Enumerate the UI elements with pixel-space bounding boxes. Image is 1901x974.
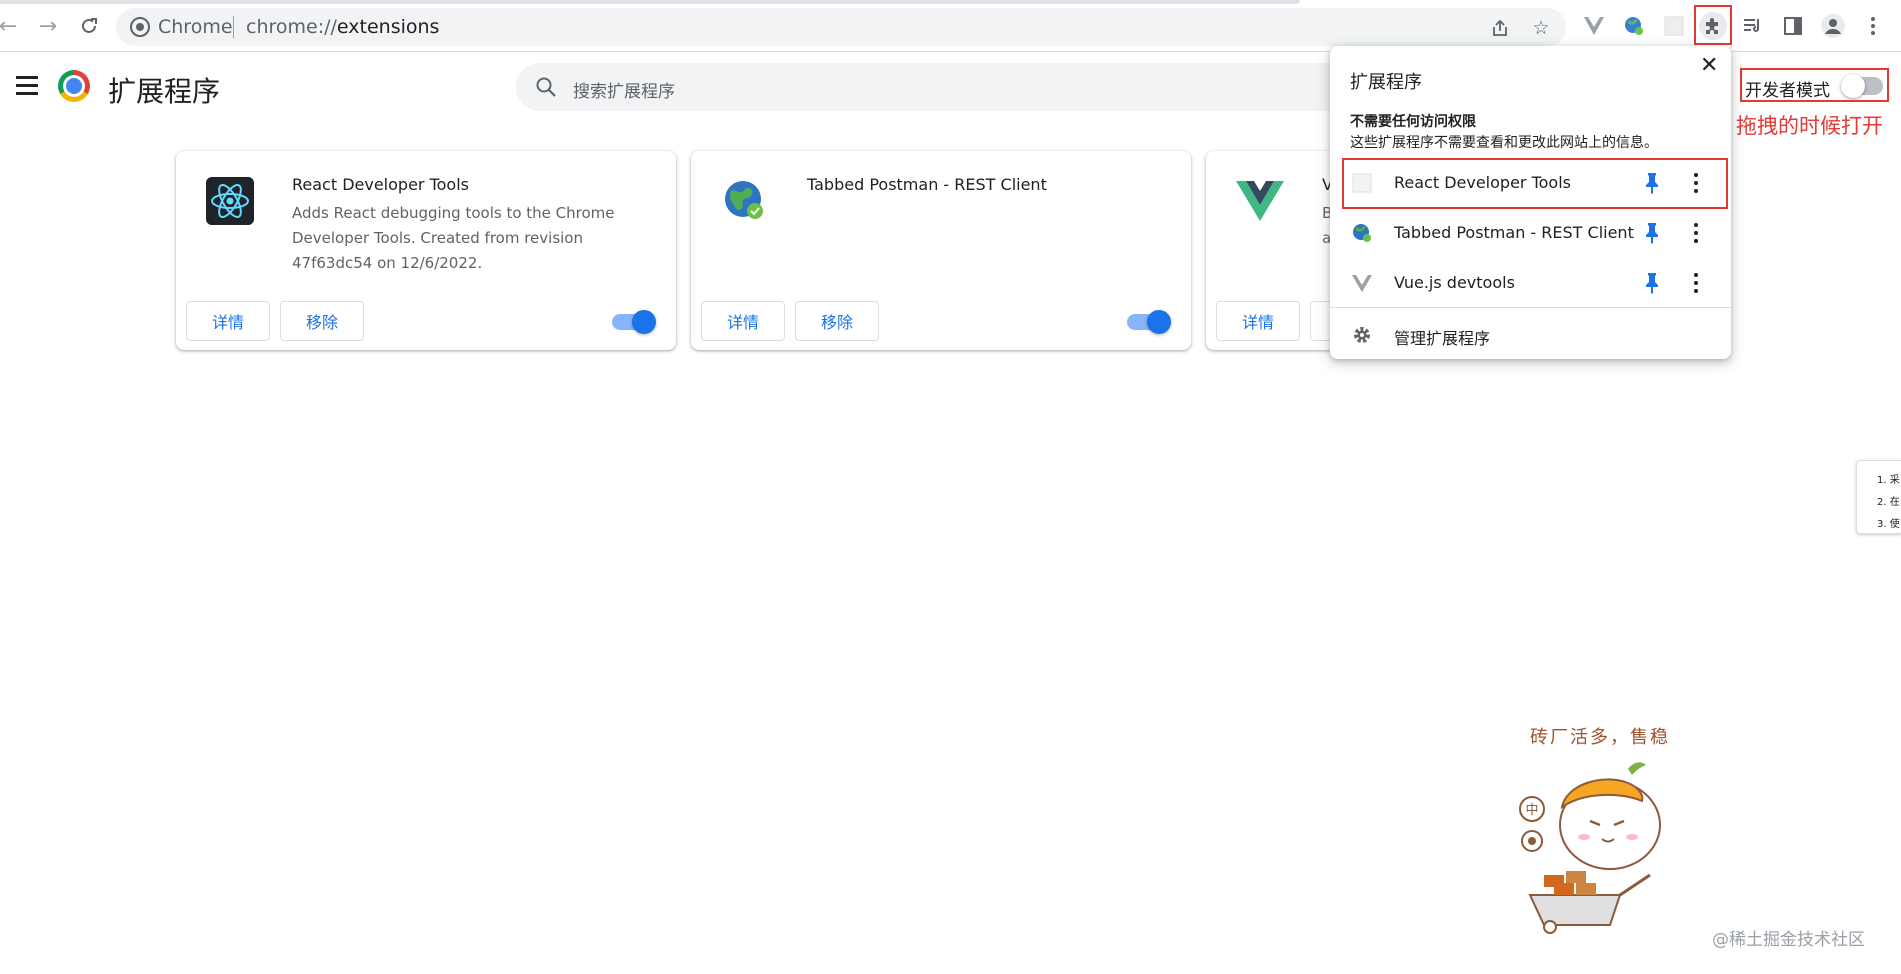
vue-extension-icon[interactable]	[1580, 12, 1608, 40]
react-extension-icon[interactable]	[1660, 12, 1688, 40]
extension-enable-toggle[interactable]	[612, 310, 656, 334]
forward-icon[interactable]: →	[34, 12, 62, 40]
react-logo-icon	[206, 177, 254, 225]
edge-item-2: 2. 在	[1877, 497, 1900, 508]
chrome-menu-icon[interactable]	[1859, 12, 1887, 40]
url-text[interactable]: chrome://extensions	[246, 16, 439, 38]
search-icon	[536, 77, 556, 97]
profile-avatar-icon[interactable]	[1819, 12, 1847, 40]
edge-floating-panel[interactable]: 1. 采 2. 在 3. 使	[1856, 460, 1901, 534]
remove-button[interactable]: 移除	[280, 301, 364, 341]
chrome-logo-icon	[58, 70, 90, 102]
search-extensions-input[interactable]: 搜索扩展程序	[516, 63, 1396, 111]
bookmark-star-icon[interactable]: ☆	[1530, 17, 1552, 39]
popup-item-label: Vue.js devtools	[1394, 273, 1515, 292]
popup-item-postman[interactable]: Tabbed Postman - REST Client	[1330, 208, 1731, 258]
details-button[interactable]: 详情	[701, 301, 785, 341]
extension-description: Adds React debugging tools to the Chrome…	[292, 204, 615, 272]
remove-button[interactable]: 移除	[795, 301, 879, 341]
reload-icon[interactable]	[75, 12, 103, 40]
popup-section-heading: 不需要任何访问权限	[1350, 114, 1476, 130]
browser-toolbar: ← → Chrome chrome://extensions ☆	[0, 0, 1901, 52]
vue-icon	[1352, 275, 1372, 292]
share-icon[interactable]	[1489, 17, 1511, 39]
omnibox-separator	[233, 16, 234, 38]
extension-name: Tabbed Postman - REST Client	[807, 175, 1047, 194]
pin-icon[interactable]	[1642, 271, 1662, 295]
address-bar[interactable]: Chrome chrome://extensions ☆	[116, 8, 1566, 46]
site-chip: Chrome	[158, 16, 233, 38]
details-button[interactable]: 详情	[186, 301, 270, 341]
reading-list-icon[interactable]	[1739, 12, 1767, 40]
back-icon[interactable]: ←	[0, 12, 22, 40]
mascot-sticker-icon: 中	[1519, 762, 1661, 934]
postman-extension-icon[interactable]	[1620, 12, 1648, 40]
highlight-developer-mode	[1740, 68, 1889, 102]
watermark-text: @稀土掘金技术社区	[1712, 930, 1865, 950]
globe-icon	[1353, 224, 1371, 242]
more-options-icon[interactable]	[1686, 220, 1706, 246]
edge-item-1: 1. 采	[1877, 475, 1900, 486]
more-options-icon[interactable]	[1686, 270, 1706, 296]
extension-name: React Developer Tools	[292, 175, 469, 194]
tab-strip-edge	[0, 0, 1300, 4]
annotation-text: 拖拽的时候打开	[1736, 114, 1883, 138]
popup-item-vue[interactable]: Vue.js devtools	[1330, 258, 1731, 308]
vue-logo-icon	[1236, 177, 1284, 225]
edge-item-3: 3. 使	[1877, 519, 1900, 530]
popup-section-description: 这些扩展程序不需要查看和更改此网站上的信息。	[1350, 135, 1658, 151]
popup-item-label: Tabbed Postman - REST Client	[1394, 223, 1634, 242]
gear-icon	[1354, 327, 1370, 343]
globe-icon	[721, 177, 769, 225]
popup-title: 扩展程序	[1350, 72, 1422, 93]
close-icon[interactable]: ✕	[1700, 53, 1718, 78]
extension-card-react: React Developer Tools Adds React debuggi…	[176, 151, 676, 350]
highlight-extensions-button	[1694, 5, 1732, 45]
chrome-site-icon	[130, 17, 150, 37]
manage-extensions-label: 管理扩展程序	[1394, 329, 1491, 348]
search-placeholder: 搜索扩展程序	[573, 82, 675, 102]
sticker-caption: 砖厂活多，售稳	[1530, 727, 1670, 748]
url-scheme: chrome://	[246, 16, 337, 38]
pin-icon[interactable]	[1642, 221, 1662, 245]
url-host: extensions	[336, 16, 440, 38]
extension-card-postman: Tabbed Postman - REST Client 详情 移除	[691, 151, 1191, 350]
popup-divider	[1330, 307, 1731, 308]
highlight-react-item	[1342, 158, 1728, 209]
extension-enable-toggle[interactable]	[1127, 310, 1171, 334]
details-button[interactable]: 详情	[1216, 301, 1300, 341]
main-menu-icon[interactable]	[16, 76, 40, 96]
sticker-badge: 中	[1525, 803, 1538, 818]
page-title: 扩展程序	[108, 75, 221, 108]
side-panel-icon[interactable]	[1779, 12, 1807, 40]
manage-extensions-item[interactable]: 管理扩展程序	[1330, 310, 1731, 360]
